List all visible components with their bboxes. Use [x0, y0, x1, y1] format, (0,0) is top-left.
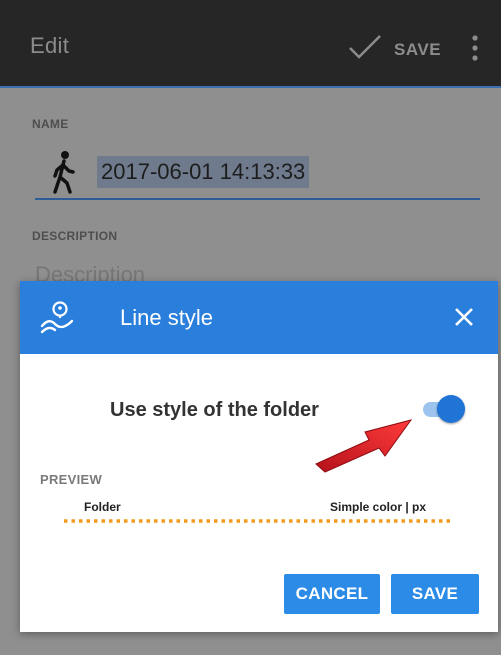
close-icon[interactable]: [453, 306, 475, 328]
name-input-underline: [35, 198, 480, 200]
more-vert-icon[interactable]: [470, 34, 480, 62]
red-arrow-annotation-icon: [315, 419, 413, 473]
dialog-header: Line style: [20, 281, 498, 354]
preview-folder-label: Folder: [84, 500, 121, 514]
name-input[interactable]: 2017-06-01 14:13:33: [97, 156, 310, 188]
name-section-label: NAME: [32, 117, 69, 131]
page-title: Edit: [30, 33, 70, 58]
description-section-label: DESCRIPTION: [32, 229, 118, 243]
check-icon[interactable]: [348, 34, 382, 60]
line-style-dialog: Line style Use style of the folder PREVI…: [20, 281, 498, 632]
preview-style-label: Simple color | px: [330, 500, 427, 514]
route-icon: [40, 301, 74, 334]
cancel-button[interactable]: CANCEL: [284, 574, 380, 614]
save-button[interactable]: SAVE: [391, 574, 479, 614]
line-preview: [64, 519, 450, 523]
walking-person-icon: [53, 151, 75, 194]
toggle-thumb: [437, 395, 465, 423]
use-folder-style-toggle[interactable]: [417, 394, 467, 424]
app-bar: Edit SAVE: [0, 0, 501, 88]
preview-section-label: PREVIEW: [40, 472, 103, 487]
use-folder-style-label: Use style of the folder: [110, 399, 319, 421]
dialog-title: Line style: [120, 305, 213, 330]
save-action-button[interactable]: SAVE: [394, 40, 441, 60]
